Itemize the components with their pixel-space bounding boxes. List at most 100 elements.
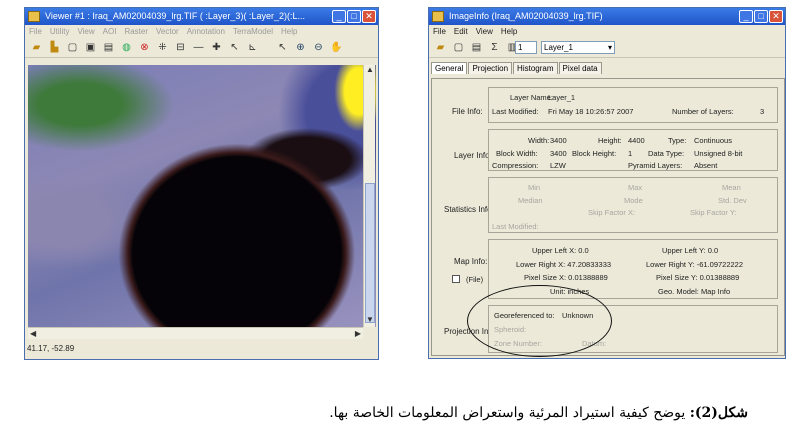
type-value: Continuous xyxy=(694,136,732,145)
last-modified-label: Last Modified: xyxy=(492,107,539,116)
scroll-thumb[interactable] xyxy=(365,183,375,323)
last-modified-value: Fri May 18 10:26:57 2007 xyxy=(548,107,634,116)
imageinfo-app-icon xyxy=(432,11,444,22)
layer-name-label: Layer Name: xyxy=(510,93,553,102)
minimize-button[interactable]: _ xyxy=(739,10,753,23)
menu-view[interactable]: View xyxy=(476,25,493,38)
layer-info-heading: Layer Info: xyxy=(454,151,492,160)
height-label: Height: xyxy=(598,136,622,145)
line-tool-icon[interactable]: — xyxy=(192,41,205,54)
block-width-value: 3400 xyxy=(550,149,567,158)
caption-label: شكل(2): xyxy=(689,405,748,421)
cursor-coordinates: 41.17, -52.89 xyxy=(27,344,75,353)
num-layers-value: 3 xyxy=(760,107,765,116)
width-label: Width: xyxy=(528,136,550,145)
tab-projection[interactable]: Projection xyxy=(468,62,513,74)
scroll-up-arrow-icon[interactable]: ▲ xyxy=(366,65,374,74)
menu-aoi[interactable]: AOI xyxy=(103,25,117,38)
pan-hand-icon[interactable]: ✋ xyxy=(330,41,343,54)
pixel-size-x: Pixel Size X: 0.01388889 xyxy=(524,273,608,282)
viewer-toolbar: ▰ ▙ ▢ ▣ ▤ ◍ ⊗ ⁜ ⊟ — ✚ ↖ ⊾ ↖ ⊕ ⊖ ✋ xyxy=(25,38,378,58)
stat-max: Max xyxy=(628,183,643,192)
file-checkbox[interactable] xyxy=(452,275,460,283)
menu-file[interactable]: File xyxy=(29,25,42,38)
save-icon[interactable]: ▣ xyxy=(84,41,97,54)
chevron-down-icon[interactable]: ▾ xyxy=(608,42,612,53)
menu-annotation[interactable]: Annotation xyxy=(187,25,225,38)
layer-select[interactable]: Layer_1 ▾ xyxy=(541,41,615,54)
fit-window-icon[interactable]: ⊟ xyxy=(174,41,187,54)
new-document-icon[interactable]: ▢ xyxy=(452,41,465,54)
vertical-scrollbar[interactable]: ▲ ▼ xyxy=(363,65,375,327)
lower-right-y: Lower Right Y: -61.09722222 xyxy=(646,260,744,269)
crosshair-icon[interactable]: ✚ xyxy=(210,41,223,54)
minimize-button[interactable]: _ xyxy=(332,10,346,23)
stat-median: Median xyxy=(518,196,543,205)
horizontal-scrollbar[interactable]: ◀ ▶ xyxy=(28,327,363,339)
menu-help[interactable]: Help xyxy=(501,25,517,38)
satellite-image[interactable] xyxy=(28,65,376,327)
imageinfo-tabs: General Projection Histogram Pixel data xyxy=(429,58,785,74)
scroll-down-arrow-icon[interactable]: ▼ xyxy=(366,315,374,324)
stop-icon[interactable]: ⊗ xyxy=(138,41,151,54)
print-icon[interactable]: ▤ xyxy=(102,41,115,54)
sigma-icon[interactable]: Σ xyxy=(488,41,501,54)
imageinfo-title: ImageInfo (Iraq_AM02004039_lrg.TIF) xyxy=(449,11,603,21)
maximize-button[interactable]: □ xyxy=(754,10,768,23)
zoom-extent-icon[interactable]: ⁜ xyxy=(156,41,169,54)
figure-caption: شكل(2): يوضح كيفية استيراد المرئية واستع… xyxy=(329,405,748,421)
layer-number-spinner[interactable]: 1 xyxy=(515,41,537,54)
menu-help[interactable]: Help xyxy=(281,25,297,38)
compression-value: LZW xyxy=(550,161,566,170)
viewer-menubar: File Utility View AOI Raster Vector Anno… xyxy=(25,25,378,38)
scroll-right-arrow-icon[interactable]: ▶ xyxy=(355,329,361,338)
tab-pixel-data[interactable]: Pixel data xyxy=(558,62,602,74)
clear-icon[interactable]: ◍ xyxy=(120,41,133,54)
caption-text: يوضح كيفية استيراد المرئية واستعراض المع… xyxy=(329,405,690,421)
stat-last-modified: Last Modified: xyxy=(492,222,539,231)
menu-utility[interactable]: Utility xyxy=(50,25,70,38)
menu-terramodel[interactable]: TerraModel xyxy=(233,25,273,38)
menu-raster[interactable]: Raster xyxy=(124,25,148,38)
imageinfo-toolbar: ▰ ▢ ▤ Σ ▥ 1 Layer_1 ▾ xyxy=(429,38,785,58)
stat-std-dev: Std. Dev xyxy=(718,196,747,205)
measure-icon[interactable]: ⊾ xyxy=(246,41,259,54)
select-arrow-icon[interactable]: ↖ xyxy=(276,41,289,54)
scroll-left-arrow-icon[interactable]: ◀ xyxy=(30,329,36,338)
close-layer-icon[interactable]: ▢ xyxy=(66,41,79,54)
pointer-arrow-icon[interactable]: ↖ xyxy=(228,41,241,54)
geo-model-value: Geo. Model: Map Info xyxy=(658,287,731,296)
close-button[interactable]: ✕ xyxy=(362,10,376,23)
block-height-label: Block Height: xyxy=(572,149,617,158)
skip-factor-x: Skip Factor X: xyxy=(588,208,636,217)
print-icon[interactable]: ▤ xyxy=(470,41,483,54)
map-info-heading: Map Info: xyxy=(454,257,488,266)
data-type-value: Unsigned 8-bit xyxy=(694,149,743,158)
layer-select-value: Layer_1 xyxy=(544,43,573,52)
skip-factor-y: Skip Factor Y: xyxy=(690,208,737,217)
zoom-out-icon[interactable]: ⊖ xyxy=(312,41,325,54)
tab-general[interactable]: General xyxy=(431,62,468,74)
menu-edit[interactable]: Edit xyxy=(454,25,468,38)
data-type-label: Data Type: xyxy=(648,149,685,158)
imageinfo-titlebar[interactable]: ImageInfo (Iraq_AM02004039_lrg.TIF) _ □ … xyxy=(429,8,785,25)
viewer-status-bar: 41.17, -52.89 xyxy=(25,342,385,355)
open-folder-icon[interactable]: ▰ xyxy=(434,41,447,54)
tab-histogram[interactable]: Histogram xyxy=(513,62,558,74)
viewer-titlebar[interactable]: Viewer #1 : Iraq_AM02004039_lrg.TIF ( :L… xyxy=(25,8,378,25)
open-folder-icon[interactable]: ▰ xyxy=(30,41,43,54)
upper-left-y: Upper Left Y: 0.0 xyxy=(662,246,719,255)
pyramid-layers-value: Absent xyxy=(694,161,718,170)
file-info-heading: File Info: xyxy=(452,107,483,116)
stat-mode: Mode xyxy=(624,196,643,205)
open-layer-icon[interactable]: ▙ xyxy=(48,41,61,54)
close-button[interactable]: ✕ xyxy=(769,10,783,23)
viewer-app-icon xyxy=(28,11,40,22)
menu-file[interactable]: File xyxy=(433,25,446,38)
menu-view[interactable]: View xyxy=(77,25,94,38)
menu-vector[interactable]: Vector xyxy=(156,25,179,38)
zoom-in-icon[interactable]: ⊕ xyxy=(294,41,307,54)
file-checkbox-label: (File) xyxy=(466,275,484,284)
num-layers-label: Number of Layers: xyxy=(672,107,734,116)
maximize-button[interactable]: □ xyxy=(347,10,361,23)
